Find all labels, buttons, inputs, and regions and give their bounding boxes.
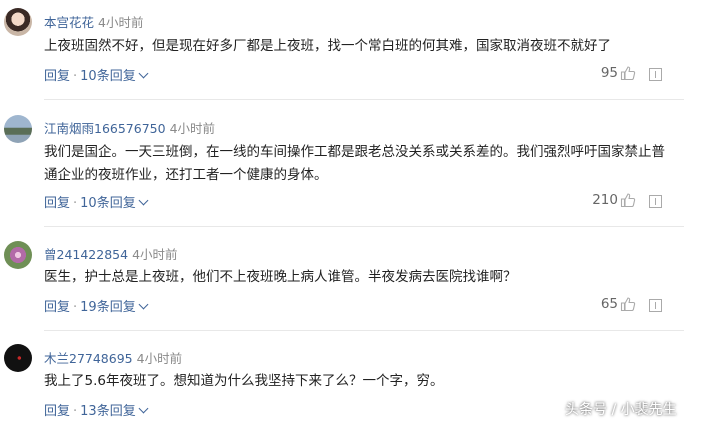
timestamp: 4小时前 <box>169 121 216 136</box>
avatar[interactable] <box>4 8 32 36</box>
separator: · <box>73 196 78 211</box>
thumbs-up-icon[interactable] <box>620 65 636 81</box>
divider <box>44 226 684 227</box>
reply-count: 10条回复 <box>80 69 136 84</box>
report-icon[interactable] <box>649 195 662 208</box>
report-icon[interactable] <box>649 299 662 312</box>
reply-button[interactable]: 回复 <box>44 300 70 315</box>
avatar[interactable] <box>4 344 32 372</box>
timestamp: 4小时前 <box>98 15 144 30</box>
comment-text: 我们是国企。一天三班倒，在一线的车间操作工都是跟老总没关系或关系差的。我们强烈呼… <box>44 144 665 183</box>
chevron-down-icon <box>138 403 149 414</box>
comment-text: 我上了5.6年夜班了。想知道为什么我坚持下来了么？一个字，穷。 <box>44 373 444 389</box>
timestamp: 4小时前 <box>136 351 183 366</box>
avatar[interactable] <box>4 115 32 143</box>
reply-button[interactable]: 回复 <box>44 404 70 419</box>
divider <box>44 330 684 331</box>
reply-button[interactable]: 回复 <box>44 196 70 211</box>
reply-count: 13条回复 <box>80 404 136 419</box>
thumbs-up-icon[interactable] <box>620 296 636 312</box>
avatar[interactable] <box>4 241 32 269</box>
view-replies-button[interactable]: 10条回复 <box>80 195 149 211</box>
separator: · <box>73 69 78 84</box>
comment-text: 医生，护士总是上夜班，他们不上夜班晚上病人谁管。半夜发病去医院找谁啊？ <box>44 269 517 285</box>
timestamp: 4小时前 <box>132 247 178 262</box>
username[interactable]: 曾241422854 <box>44 247 128 262</box>
chevron-down-icon <box>138 195 149 206</box>
comment-text: 上夜班固然不好，但是现在好多厂都是上夜班，找一个常白班的何其难，国家取消夜班不就… <box>44 38 611 54</box>
reply-count: 19条回复 <box>80 300 136 315</box>
like-count: 210 <box>592 192 618 208</box>
watermark: 头条号 / 小裴先生 <box>565 402 677 418</box>
chevron-down-icon <box>138 299 149 310</box>
reply-button[interactable]: 回复 <box>44 69 70 84</box>
separator: · <box>73 300 78 315</box>
thumbs-up-icon[interactable] <box>620 192 636 208</box>
username[interactable]: 江南烟雨166576750 <box>44 121 166 136</box>
chevron-down-icon <box>138 68 149 79</box>
view-replies-button[interactable]: 10条回复 <box>80 68 149 84</box>
username[interactable]: 本宫花花 <box>44 15 94 30</box>
reply-count: 10条回复 <box>80 196 136 211</box>
username[interactable]: 木兰27748695 <box>44 351 133 366</box>
report-icon[interactable] <box>649 68 662 81</box>
view-replies-button[interactable]: 13条回复 <box>80 403 149 419</box>
like-count: 65 <box>600 296 618 312</box>
divider <box>44 99 684 100</box>
like-count: 95 <box>600 65 618 81</box>
view-replies-button[interactable]: 19条回复 <box>80 299 149 315</box>
separator: · <box>73 404 78 419</box>
